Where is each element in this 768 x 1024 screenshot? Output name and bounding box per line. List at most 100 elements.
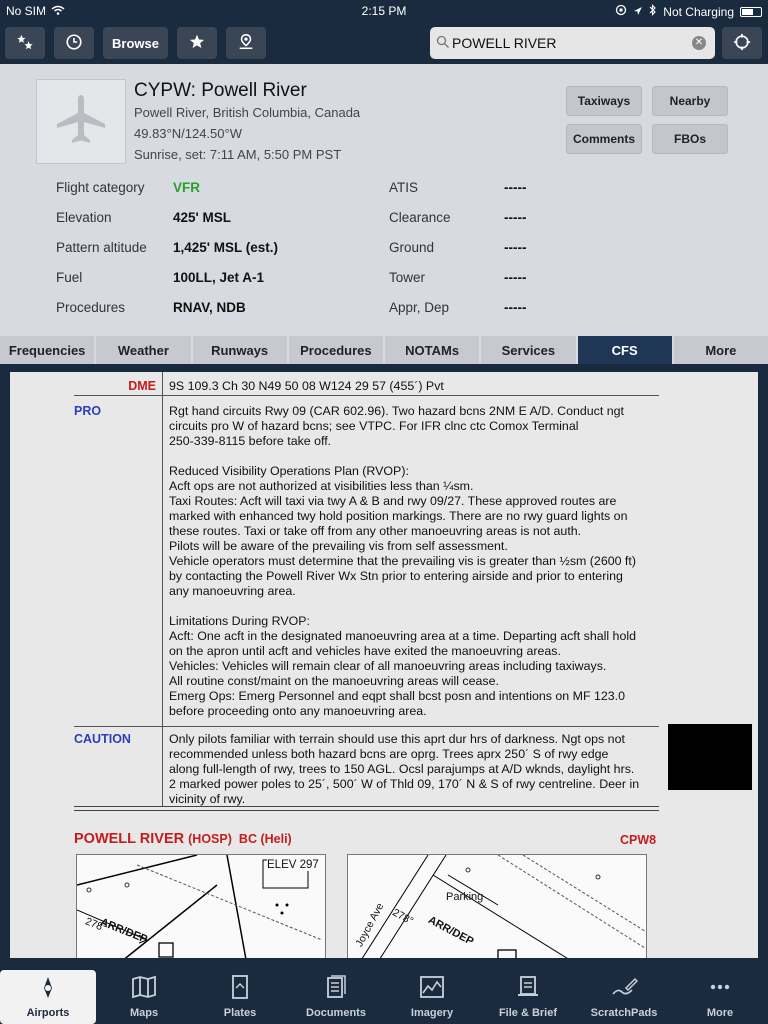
clear-search-icon[interactable]: ✕ [692, 36, 706, 50]
heli-map-right: Parking Joyce Ave ARR/DEP 278° [347, 854, 647, 958]
tab-scratchpads-label: ScratchPads [590, 1007, 658, 1019]
tab-frequencies[interactable]: Frequencies [0, 336, 95, 364]
search-field[interactable]: POWELL RIVER ✕ [430, 27, 715, 59]
rotation-lock-icon [615, 4, 627, 19]
pro-line: Rgt hand circuits Rwy 09 (CAR 602.96). T… [169, 404, 624, 418]
pro-line: Acft ops are not authorized at visibilit… [169, 479, 474, 493]
pro-line: Vehicle operators must determine that th… [169, 554, 636, 568]
pen-icon [610, 974, 639, 1007]
recents-button[interactable] [54, 27, 94, 59]
tab-airports[interactable]: Airports [0, 970, 96, 1024]
tab-more[interactable]: More [673, 336, 768, 364]
search-input[interactable]: POWELL RIVER [452, 35, 557, 51]
crosshair-icon [733, 33, 751, 54]
bluetooth-icon [649, 4, 657, 19]
pro-line: on the apron until acft and vehicles hav… [169, 644, 561, 658]
caution-line: recommended unless both hazard bcns are … [169, 747, 609, 761]
atis-value: ----- [504, 180, 527, 195]
stars-icon [16, 33, 34, 54]
heli-name: POWELL RIVER [74, 831, 185, 847]
pro-line: marked with enhanced twy hold position m… [169, 509, 628, 523]
pro-line: Emerg Ops: Emerg Personnel and eqpt shal… [169, 689, 625, 703]
clearance-value: ----- [504, 210, 527, 225]
clipboard-icon [514, 974, 542, 1007]
pro-line: circuits pro W of hazard bcns; see VTPC.… [169, 419, 579, 433]
airplane-icon [53, 91, 109, 152]
heli-code: CPW8 [620, 833, 657, 847]
map-pin-button[interactable] [226, 27, 266, 59]
tab-more-nav[interactable]: More [672, 966, 768, 1024]
pro-line: Acft: One acft in the designated manoeuv… [169, 629, 636, 643]
cfs-document-view[interactable]: DME 9S 109.3 Ch 30 N49 50 08 W124 29 57 … [10, 372, 758, 958]
tab-cfs[interactable]: CFS [577, 336, 672, 364]
airport-thumbnail [36, 79, 126, 164]
search-icon [436, 35, 450, 52]
favorites-stars-button[interactable] [5, 27, 45, 59]
heli-hosp: (HOSP) [188, 832, 232, 846]
section-rule [74, 806, 659, 807]
star-icon [188, 33, 206, 54]
pro-line: Taxi Routes: Acft will taxi via twy A & … [169, 494, 617, 508]
favorites-button[interactable] [177, 27, 217, 59]
redacted-block [668, 724, 752, 790]
airport-sun-times: Sunrise, set: 7:11 AM, 5:50 PM PST [134, 147, 342, 162]
tab-imagery[interactable]: Imagery [384, 966, 480, 1024]
pro-label: PRO [74, 404, 102, 418]
status-bar: No SIM 2:15 PM Not Charging [0, 0, 768, 22]
tab-procedures[interactable]: Procedures [288, 336, 383, 364]
clock-icon [65, 33, 83, 54]
pro-line: Pilots will be aware of the prevailing v… [169, 539, 508, 553]
tower-label: Tower [389, 270, 426, 285]
fbos-button[interactable]: FBOs [652, 124, 728, 154]
heli-map-left: ELEV 297 ARR/DEP 278° [76, 854, 326, 958]
locate-button[interactable] [722, 27, 762, 59]
dme-label: DME [128, 379, 156, 393]
ellipsis-icon [706, 974, 734, 1007]
fuel-label: Fuel [56, 270, 83, 285]
section-rule [74, 810, 659, 811]
tab-scratchpads[interactable]: ScratchPads [576, 966, 672, 1024]
tab-more-nav-label: More [706, 1007, 734, 1019]
bottom-tab-bar: Airports Maps Plates Documents Imagery F… [0, 966, 768, 1024]
appr-dep-label: Appr, Dep [389, 300, 450, 315]
table-divider [162, 372, 163, 726]
tab-weather[interactable]: Weather [96, 336, 191, 364]
battery-icon [740, 6, 762, 17]
pro-line: before proceeding onto any manoeuvring a… [169, 704, 427, 718]
table-divider [162, 726, 163, 806]
location-arrow-icon [633, 5, 643, 19]
map-elevation-label: ELEV 297 [267, 859, 319, 871]
tab-documents[interactable]: Documents [288, 966, 384, 1024]
tab-notams[interactable]: NOTAMs [385, 336, 480, 364]
tab-plates[interactable]: Plates [192, 966, 288, 1024]
compass-icon [34, 974, 62, 1007]
tab-maps[interactable]: Maps [96, 966, 192, 1024]
tab-file-brief[interactable]: File & Brief [480, 966, 576, 1024]
pro-line: Reduced Visibility Operations Plan (RVOP… [169, 464, 409, 478]
appr-dep-value: ----- [504, 300, 527, 315]
pro-line: All routine const/maint on the manoeuvri… [169, 674, 499, 688]
procedures-label: Procedures [56, 300, 126, 315]
caution-text: Only pilots familiar with terrain should… [169, 732, 659, 807]
fuel-value: 100LL, Jet A-1 [173, 270, 265, 285]
comments-button[interactable]: Comments [566, 124, 642, 154]
pro-text: Rgt hand circuits Rwy 09 (CAR 602.96). T… [169, 404, 659, 719]
pattern-altitude-label: Pattern altitude [56, 240, 147, 255]
ground-label: Ground [389, 240, 435, 255]
top-toolbar: Browse POWELL RIVER ✕ [0, 22, 768, 64]
tab-runways[interactable]: Runways [192, 336, 287, 364]
documents-icon [322, 974, 350, 1007]
procedures-value: RNAV, NDB [173, 300, 246, 315]
map-parking-label: Parking [446, 891, 484, 903]
browse-button[interactable]: Browse [103, 27, 168, 59]
taxiways-button[interactable]: Taxiways [566, 86, 642, 116]
tab-airports-label: Airports [26, 1007, 70, 1019]
tab-documents-label: Documents [306, 1007, 366, 1019]
tower-value: ----- [504, 270, 527, 285]
tab-services[interactable]: Services [481, 336, 576, 364]
clearance-label: Clearance [389, 210, 451, 225]
nearby-button[interactable]: Nearby [652, 86, 728, 116]
pro-line: by contacting the Powell River Wx Stn pr… [169, 569, 623, 583]
plate-icon [226, 974, 254, 1007]
airport-info-panel: CYPW: Powell River Powell River, British… [0, 64, 768, 336]
